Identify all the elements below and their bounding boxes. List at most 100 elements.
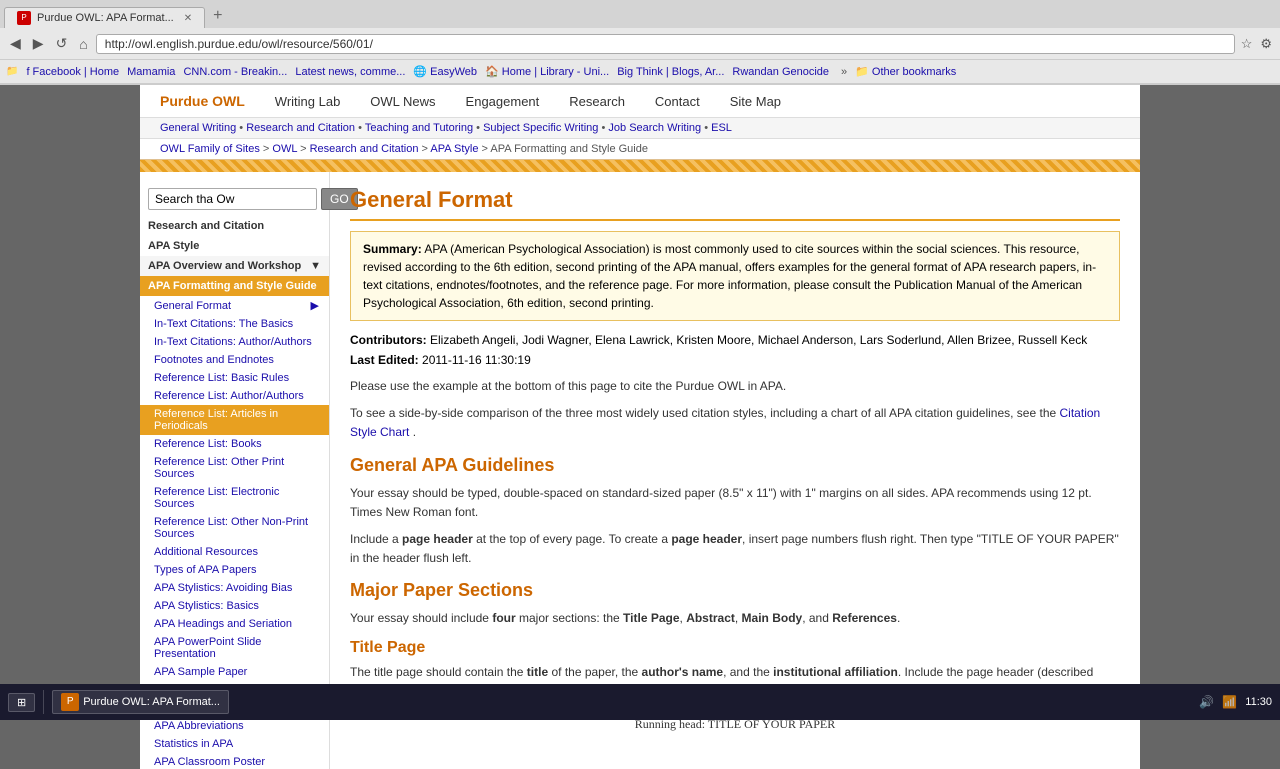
- sidebar-additional-resources[interactable]: Additional Resources: [140, 543, 329, 561]
- bookmark-facebook[interactable]: f Facebook | Home: [26, 66, 119, 78]
- sidebar-section-research[interactable]: Research and Citation: [140, 216, 329, 236]
- subnav-job-search[interactable]: Job Search Writing: [608, 122, 701, 134]
- para5-four: four: [492, 611, 515, 625]
- owl-nav-writing-lab[interactable]: Writing Lab: [275, 94, 341, 109]
- taskbar: ⊞ P Purdue OWL: APA Format... 🔊 📶 11:30: [0, 684, 1280, 720]
- page-outer: Purdue OWL Writing Lab OWL News Engageme…: [140, 85, 1140, 769]
- tab-close-button[interactable]: ✕: [184, 13, 192, 24]
- sidebar-apa-formatting[interactable]: APA Formatting and Style Guide: [140, 276, 329, 296]
- breadcrumb-research-citation[interactable]: Research and Citation: [310, 143, 419, 155]
- sidebar-sample-paper[interactable]: APA Sample Paper: [140, 663, 329, 681]
- para5-abstract: Abstract: [686, 611, 735, 625]
- sidebar-reflist-books[interactable]: Reference List: Books: [140, 435, 329, 453]
- forward-button[interactable]: ▶: [29, 33, 48, 54]
- bookmark-bigthink[interactable]: Big Think | Blogs, Ar...: [617, 66, 724, 78]
- bookmarks-label-icon: 📁: [6, 66, 18, 77]
- owl-nav-contact[interactable]: Contact: [655, 94, 700, 109]
- page-title: General Format: [350, 187, 1120, 221]
- contributors: Contributors: Elizabeth Angeli, Jodi Wag…: [350, 331, 1120, 349]
- contributors-text: Elizabeth Angeli, Jodi Wagner, Elena Law…: [430, 333, 1087, 347]
- owl-nav-owl-news[interactable]: OWL News: [370, 94, 435, 109]
- taskbar-time: 11:30: [1245, 696, 1272, 708]
- sidebar-stylistics-bias[interactable]: APA Stylistics: Avoiding Bias: [140, 579, 329, 597]
- sidebar-headings[interactable]: APA Headings and Seriation: [140, 615, 329, 633]
- bookmark-easyweb[interactable]: 🌐 EasyWeb: [413, 65, 477, 78]
- bookmark-rwandan[interactable]: Rwandan Genocide: [732, 66, 829, 78]
- subnav-research-citation[interactable]: Research and Citation: [246, 122, 355, 134]
- back-button[interactable]: ◀: [6, 33, 25, 54]
- sidebar-statistics[interactable]: Statistics in APA: [140, 735, 329, 753]
- owl-nav-sitemap[interactable]: Site Map: [730, 94, 781, 109]
- owl-logo[interactable]: Purdue OWL: [160, 93, 245, 109]
- tab-title: Purdue OWL: APA Format...: [37, 12, 174, 24]
- sidebar-types-apa[interactable]: Types of APA Papers: [140, 561, 329, 579]
- sidebar-footnotes[interactable]: Footnotes and Endnotes: [140, 351, 329, 369]
- contributors-label: Contributors:: [350, 333, 427, 347]
- para6-affiliation: institutional affiliation: [773, 665, 898, 679]
- taskbar-divider: [43, 690, 44, 714]
- subnav-teaching[interactable]: Teaching and Tutoring: [365, 122, 473, 134]
- sidebar-classroom-poster[interactable]: APA Classroom Poster: [140, 753, 329, 769]
- network-icon[interactable]: 📶: [1222, 695, 1237, 709]
- para5-main-body: Main Body: [742, 611, 803, 625]
- subnav-general-writing[interactable]: General Writing: [160, 122, 236, 134]
- bookmark-mamamia[interactable]: Mamamia: [127, 66, 175, 78]
- para5-references: References: [832, 611, 897, 625]
- sidebar-intext-basics[interactable]: In-Text Citations: The Basics: [140, 315, 329, 333]
- taskbar-browser-label: Purdue OWL: APA Format...: [83, 696, 220, 708]
- breadcrumb-owl[interactable]: OWL: [272, 143, 297, 155]
- section3-heading: Title Page: [350, 639, 1120, 657]
- para5-title-page: Title Page: [623, 611, 679, 625]
- start-icon: ⊞: [17, 696, 26, 709]
- taskbar-start[interactable]: ⊞: [8, 693, 35, 712]
- owl-nav-engagement[interactable]: Engagement: [466, 94, 540, 109]
- last-edited: Last Edited: 2011-11-16 11:30:19: [350, 353, 1120, 367]
- breadcrumb-apa-style[interactable]: APA Style: [430, 143, 478, 155]
- breadcrumb-owl-family[interactable]: OWL Family of Sites: [160, 143, 260, 155]
- bookmarks-bar: 📁 f Facebook | Home Mamamia CNN.com - Br…: [0, 60, 1280, 84]
- taskbar-browser[interactable]: P Purdue OWL: APA Format...: [52, 690, 229, 714]
- sidebar-powerpoint[interactable]: APA PowerPoint Slide Presentation: [140, 633, 329, 663]
- home-button[interactable]: ⌂: [75, 34, 91, 54]
- new-tab-button[interactable]: +: [205, 4, 230, 28]
- breadcrumb-current: APA Formatting and Style Guide: [490, 143, 648, 155]
- para6-title: title: [527, 665, 548, 679]
- sidebar-reflist-other-print[interactable]: Reference List: Other Print Sources: [140, 453, 329, 483]
- section1-heading: General APA Guidelines: [350, 455, 1120, 476]
- active-tab[interactable]: P Purdue OWL: APA Format... ✕: [4, 7, 205, 28]
- sidebar-section-apa[interactable]: APA Style: [140, 236, 329, 256]
- sidebar-reflist-author[interactable]: Reference List: Author/Authors: [140, 387, 329, 405]
- owl-nav-research[interactable]: Research: [569, 94, 625, 109]
- para6-author: author's name: [642, 665, 724, 679]
- reload-button[interactable]: ↺: [52, 33, 72, 54]
- sidebar-reflist-basic[interactable]: Reference List: Basic Rules: [140, 369, 329, 387]
- para1: Please use the example at the bottom of …: [350, 377, 1120, 396]
- address-bar[interactable]: [96, 34, 1235, 54]
- search-input[interactable]: [148, 188, 317, 210]
- sidebar-apa-overview[interactable]: APA Overview and Workshop ▼: [140, 256, 329, 276]
- bookmark-home-library[interactable]: 🏠 Home | Library - Uni...: [485, 65, 609, 78]
- bookmark-star-icon[interactable]: ☆: [1239, 34, 1255, 54]
- para4-bold2: page header: [671, 532, 742, 546]
- sidebar-reflist-articles[interactable]: Reference List: Articles in Periodicals: [140, 405, 329, 435]
- sidebar-intext-author[interactable]: In-Text Citations: Author/Authors: [140, 333, 329, 351]
- wrench-icon[interactable]: ⚙: [1258, 34, 1274, 54]
- bookmark-cnn[interactable]: CNN.com - Breakin...: [183, 66, 287, 78]
- orange-bar: [140, 160, 1140, 172]
- sound-icon[interactable]: 🔊: [1199, 695, 1214, 709]
- sidebar-general-format[interactable]: General Format ▶: [140, 296, 329, 315]
- para4-bold1: page header: [402, 532, 473, 546]
- nav-icons: ☆ ⚙: [1239, 34, 1274, 54]
- sidebar-reflist-nonprint[interactable]: Reference List: Other Non-Print Sources: [140, 513, 329, 543]
- sidebar-stylistics-basics[interactable]: APA Stylistics: Basics: [140, 597, 329, 615]
- page-wrapper: Purdue OWL Writing Lab OWL News Engageme…: [0, 85, 1280, 769]
- sidebar-reflist-electronic[interactable]: Reference List: Electronic Sources: [140, 483, 329, 513]
- bookmark-other[interactable]: 📁 Other bookmarks: [855, 65, 956, 78]
- subnav-subject-specific[interactable]: Subject Specific Writing: [483, 122, 598, 134]
- main-content: General Format Summary: APA (American Ps…: [330, 172, 1140, 732]
- tab-bar: P Purdue OWL: APA Format... ✕ +: [0, 0, 1280, 28]
- bookmark-latestnews[interactable]: Latest news, comme...: [295, 66, 405, 78]
- subnav-esl[interactable]: ESL: [711, 122, 732, 134]
- summary-label: Summary:: [363, 242, 422, 256]
- summary-box: Summary: APA (American Psychological Ass…: [350, 231, 1120, 321]
